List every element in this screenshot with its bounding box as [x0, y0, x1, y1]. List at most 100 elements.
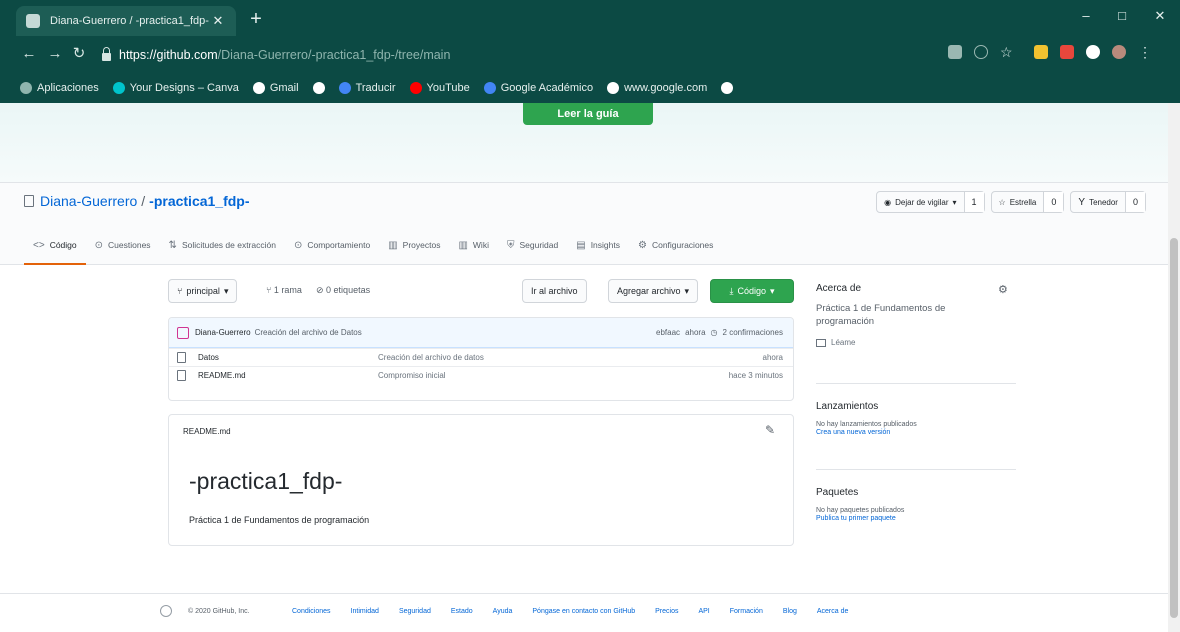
profile-avatar[interactable]: [1112, 45, 1126, 59]
packages-title[interactable]: Paquetes: [816, 487, 1016, 498]
bookmark-icon: [20, 81, 32, 94]
new-tab-button[interactable]: +: [246, 9, 266, 29]
repo-tab[interactable]: <> Código: [24, 227, 86, 265]
code-button[interactable]: ⤓ Código ▾: [710, 279, 794, 303]
page-scrollbar[interactable]: [1168, 103, 1180, 632]
repo-tab[interactable]: ⊙ Comportamiento: [285, 227, 379, 265]
bookmark-item[interactable]: [721, 81, 734, 94]
footer-link[interactable]: Blog: [783, 608, 797, 615]
star-count[interactable]: 0: [1043, 192, 1064, 212]
commit-author[interactable]: Diana-Guerrero: [195, 328, 251, 337]
create-release-link[interactable]: Crea una nueva versión: [816, 429, 1016, 436]
translate-icon[interactable]: [948, 45, 962, 59]
repo-nav: <> Código ⊙ Cuestiones ⇅ Solicitudes de extra…: [24, 227, 722, 265]
zoom-icon[interactable]: [974, 45, 988, 59]
reload-icon[interactable]: ↻: [70, 46, 88, 62]
extensions-puzzle-icon[interactable]: [1086, 45, 1100, 59]
branch-name: principal: [186, 286, 220, 296]
footer-link[interactable]: Intimidad: [351, 608, 379, 615]
forward-arrow-icon[interactable]: →: [46, 46, 64, 62]
star-bookmark-icon[interactable]: ☆: [1000, 45, 1014, 59]
repo-tab[interactable]: ▥ Proyectos: [379, 227, 449, 265]
bookmark-item[interactable]: Aplicaciones: [20, 81, 99, 94]
readme-link-label: Léame: [831, 338, 856, 347]
file-commit-message[interactable]: Creación del archivo de datos: [378, 353, 484, 362]
footer-link[interactable]: Precios: [655, 608, 678, 615]
footer-link[interactable]: Formación: [730, 608, 763, 615]
go-to-file-button[interactable]: Ir al archivo: [522, 279, 587, 303]
repo-tab[interactable]: ⚙ Configuraciones: [629, 227, 722, 265]
bookmark-item[interactable]: www.google.com: [607, 81, 708, 94]
repo-tab[interactable]: ⛨ Seguridad: [498, 227, 567, 265]
footer-link[interactable]: Seguridad: [399, 608, 431, 615]
gear-icon[interactable]: ⚙: [998, 283, 1008, 296]
bookmark-item[interactable]: Traducir: [338, 81, 396, 94]
chevron-down-icon: ▾: [952, 197, 957, 207]
star-button[interactable]: ☆ Estrella 0: [990, 191, 1065, 213]
download-icon: ⤓: [729, 285, 734, 296]
bookmark-item[interactable]: [312, 81, 325, 94]
bookmark-item[interactable]: YouTube: [409, 81, 470, 94]
publish-package-link[interactable]: Publica tu primer paquete: [816, 515, 1016, 522]
file-commit-message[interactable]: Compromiso inicial: [378, 371, 446, 380]
add-file-button[interactable]: Agregar archivo ▾: [608, 279, 699, 303]
footer-link[interactable]: Condiciones: [292, 608, 331, 615]
file-name[interactable]: README.md: [198, 371, 378, 380]
footer-link[interactable]: Póngase en contacto con GitHub: [532, 608, 635, 615]
repo-title: Diana-Guerrero / -practica1_fdp-: [24, 193, 250, 209]
readme-filename: README.md: [183, 426, 231, 436]
scrollbar-thumb[interactable]: [1170, 238, 1178, 618]
commit-hash[interactable]: ebfaac: [656, 328, 680, 337]
commit-meta: ebfaac ahora ◷ 2 confirmaciones: [656, 328, 783, 337]
branch-selector[interactable]: ⑂ principal ▾: [168, 279, 238, 303]
github-logo-icon[interactable]: [160, 605, 172, 617]
bookmark-label: www.google.com: [624, 81, 708, 94]
read-guide-button[interactable]: Leer la guía: [523, 103, 653, 125]
bookmark-item[interactable]: Gmail: [252, 81, 299, 94]
tags-link[interactable]: ⊘ 0 etiquetas: [316, 285, 370, 296]
releases-title[interactable]: Lanzamientos: [816, 401, 1016, 412]
footer-link[interactable]: API: [698, 608, 709, 615]
maximize-button[interactable]: □: [1112, 8, 1132, 23]
watch-button[interactable]: ◉ Dejar de vigilar ▾ 1: [876, 191, 985, 213]
minimize-button[interactable]: –: [1076, 8, 1096, 23]
bookmark-item[interactable]: Google Académico: [483, 81, 593, 94]
avatar[interactable]: [177, 326, 189, 339]
branch-icon: ⑂: [177, 286, 183, 296]
commit-message[interactable]: Creación del archivo de Datos: [255, 328, 362, 337]
fork-label: Tenedor: [1089, 197, 1118, 207]
add-file-label: Agregar archivo: [617, 286, 681, 296]
welcome-banner: Leer la guía: [0, 103, 1168, 183]
commits-link[interactable]: 2 confirmaciones: [723, 328, 783, 337]
repo-tab[interactable]: ⊙ Cuestiones: [86, 227, 160, 265]
close-window-button[interactable]: ✕: [1150, 8, 1170, 24]
branches-link[interactable]: ⑂ 1 rama: [266, 285, 302, 295]
readme-link[interactable]: Léame: [816, 338, 1016, 347]
watch-count[interactable]: 1: [963, 192, 984, 212]
menu-kebab-icon[interactable]: ⋮: [1138, 45, 1152, 59]
extension-2-icon[interactable]: [1060, 45, 1074, 59]
bookmark-icon: [483, 81, 496, 94]
repo-name-link[interactable]: -practica1_fdp-: [149, 193, 249, 209]
address-bar[interactable]: https://github.com/Diana-Guerrero/-pract…: [94, 41, 944, 68]
back-arrow-icon[interactable]: ←: [20, 46, 38, 62]
close-tab-icon[interactable]: ✕: [210, 13, 226, 29]
browser-tab[interactable]: Diana-Guerrero / -practica1_fdp- ✕: [16, 6, 236, 36]
sidebar-divider: [816, 469, 1016, 470]
footer-link[interactable]: Ayuda: [493, 608, 513, 615]
bookmark-icon: [338, 81, 351, 94]
fork-count[interactable]: 0: [1124, 192, 1145, 212]
footer-link[interactable]: Estado: [451, 608, 473, 615]
bookmark-label: Your Designs – Canva: [129, 81, 239, 94]
bookmark-item[interactable]: Your Designs – Canva: [112, 81, 239, 94]
repo-tab[interactable]: ⇅ Solicitudes de extracción: [160, 227, 285, 265]
repo-tab[interactable]: ▤ Insights: [567, 227, 629, 265]
extension-1-icon[interactable]: [1034, 45, 1048, 59]
footer-link[interactable]: Acerca de: [817, 608, 849, 615]
repo-tab[interactable]: ▥ Wiki: [449, 227, 498, 265]
repo-owner-link[interactable]: Diana-Guerrero: [40, 193, 137, 209]
edit-pencil-icon[interactable]: ✎: [765, 423, 775, 437]
fork-button[interactable]: Y Tenedor 0: [1070, 191, 1146, 213]
file-name[interactable]: Datos: [198, 353, 378, 362]
tab-icon: ⚙: [637, 239, 647, 251]
